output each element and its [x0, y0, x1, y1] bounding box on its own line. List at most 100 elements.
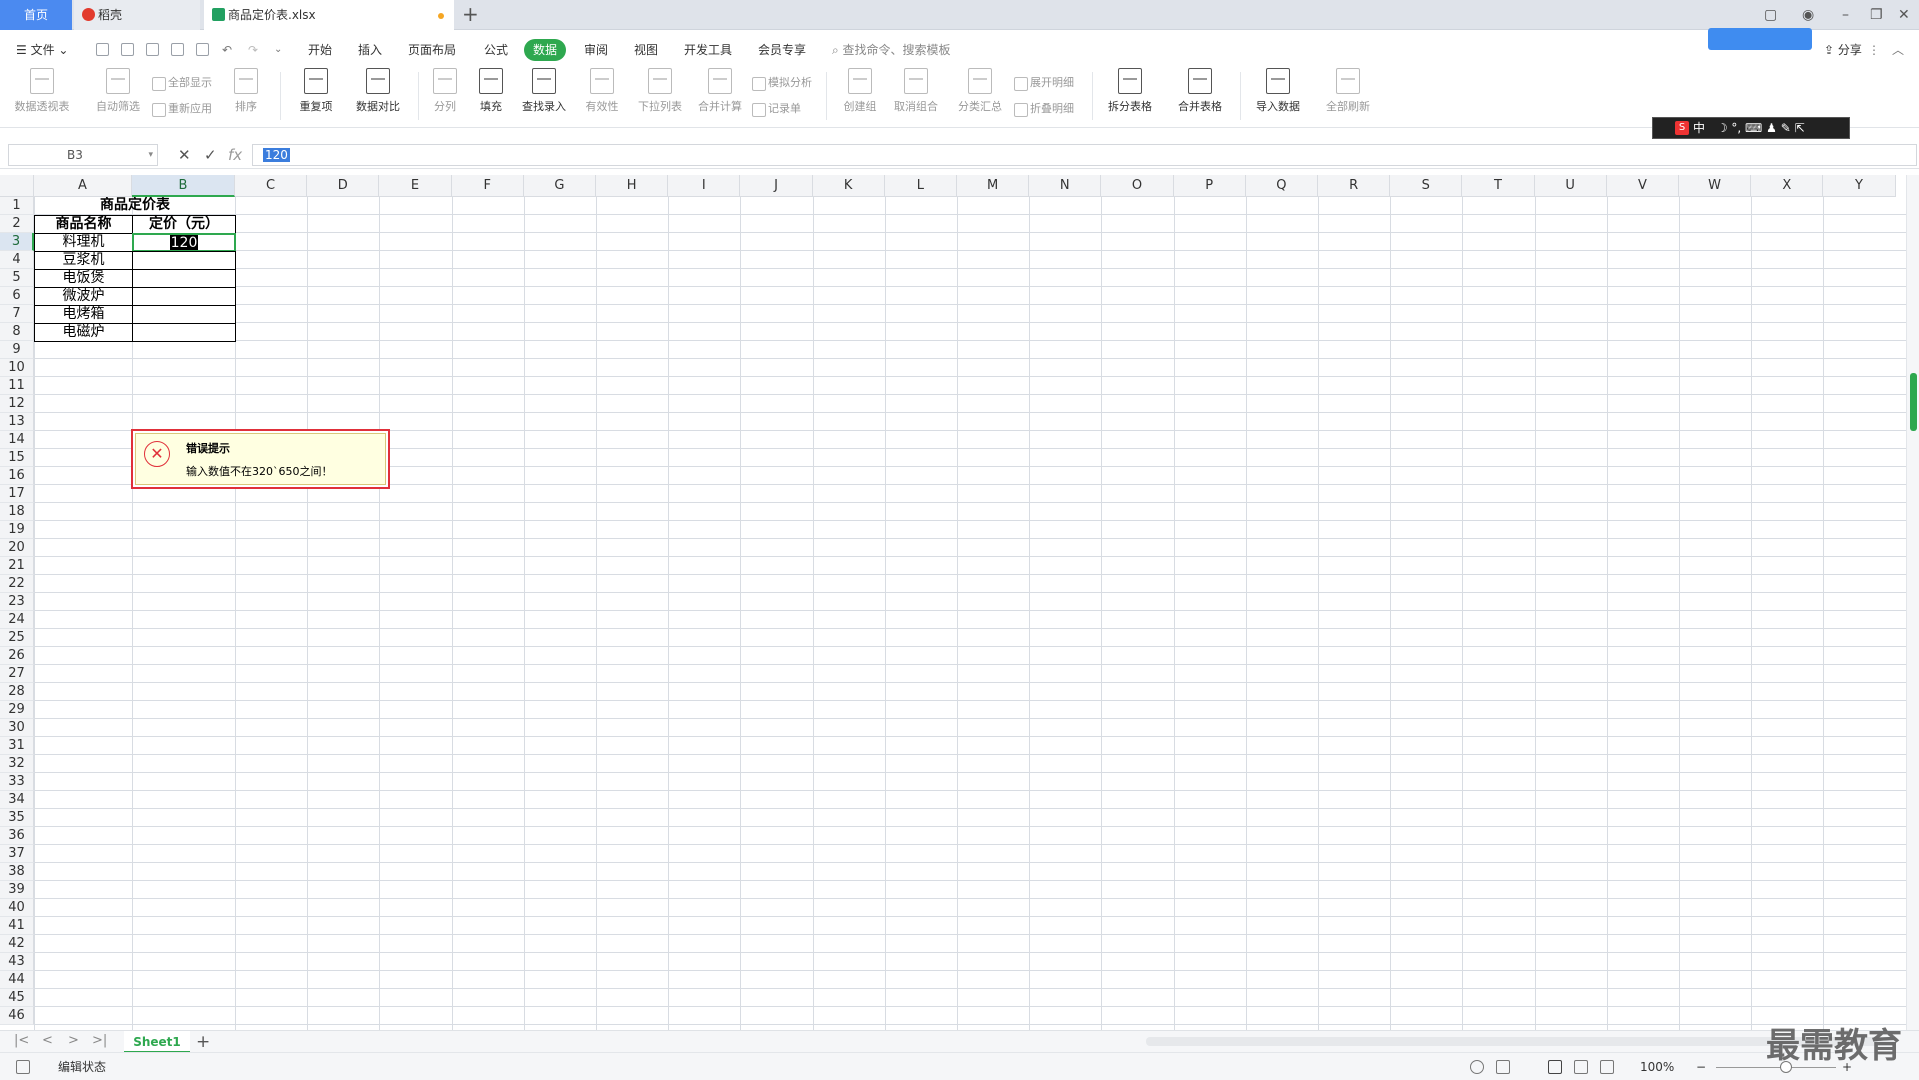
row-header-16[interactable]: 16 [0, 467, 34, 485]
merge-table-button[interactable]: 合并表格 [1168, 68, 1232, 114]
row-header-5[interactable]: 5 [0, 269, 34, 287]
row-header-17[interactable]: 17 [0, 485, 34, 503]
menu-file[interactable]: ☰ 文件 ⌄ [16, 38, 68, 62]
row-header-37[interactable]: 37 [0, 845, 34, 863]
column-header-y[interactable]: Y [1823, 175, 1896, 197]
row-header-36[interactable]: 36 [0, 827, 34, 845]
tab-home[interactable]: 首页 [0, 0, 72, 30]
restore-icon[interactable]: ❐ [1870, 6, 1883, 24]
menu-start[interactable]: 开始 [308, 38, 332, 62]
save-icon[interactable] [121, 43, 134, 56]
column-header-b[interactable]: B [132, 175, 235, 197]
column-header-v[interactable]: V [1606, 175, 1679, 197]
column-header-m[interactable]: M [957, 175, 1030, 197]
row-header-14[interactable]: 14 [0, 431, 34, 449]
row-header-4[interactable]: 4 [0, 251, 34, 269]
minimize-icon[interactable]: – [1842, 6, 1849, 24]
product-name-cell[interactable]: 电磁炉 [34, 323, 133, 342]
menu-member[interactable]: 会员专享 [758, 38, 806, 62]
column-header-u[interactable]: U [1534, 175, 1607, 197]
zoom-level[interactable]: 100% [1640, 1053, 1674, 1080]
ime-toolbar[interactable]: S 中 ☽ °, ⌨ ♟ ✎ ⇱ [1652, 117, 1850, 139]
active-price-cell[interactable]: 120 [132, 233, 236, 252]
macro-record-icon[interactable] [16, 1060, 30, 1074]
add-sheet-button[interactable]: + [196, 1031, 210, 1053]
prev-sheet-icon[interactable]: < [42, 1033, 53, 1048]
column-header-e[interactable]: E [379, 175, 452, 197]
row-header-19[interactable]: 19 [0, 521, 34, 539]
product-name-cell[interactable]: 微波炉 [34, 287, 133, 306]
fill-button[interactable]: 填充 [466, 68, 516, 114]
price-cell[interactable] [132, 305, 236, 324]
first-sheet-icon[interactable]: |< [14, 1033, 29, 1048]
row-header-2[interactable]: 2 [0, 215, 34, 233]
consolidate-button[interactable]: 合并计算 [688, 68, 752, 114]
row-header-26[interactable]: 26 [0, 647, 34, 665]
import-data-button[interactable]: 导入数据 [1246, 68, 1310, 114]
pivot-table-button[interactable]: 数据透视表 [10, 68, 74, 114]
row-header-27[interactable]: 27 [0, 665, 34, 683]
column-header-j[interactable]: J [740, 175, 813, 197]
menu-insert[interactable]: 插入 [358, 38, 382, 62]
new-tab-button[interactable]: + [462, 3, 479, 25]
collapse-ribbon-icon[interactable]: ︿ [1892, 38, 1904, 62]
header-price[interactable]: 定价（元） [132, 215, 236, 234]
vertical-scrollbar[interactable] [1906, 175, 1919, 1030]
confirm-entry-icon[interactable]: ✓ [204, 145, 217, 165]
print-preview-icon[interactable] [196, 43, 209, 56]
row-header-20[interactable]: 20 [0, 539, 34, 557]
what-if-button[interactable]: 模拟分析 [752, 76, 812, 91]
vertical-scroll-thumb[interactable] [1910, 373, 1917, 431]
row-header-31[interactable]: 31 [0, 737, 34, 755]
row-header-8[interactable]: 8 [0, 323, 34, 341]
column-header-s[interactable]: S [1390, 175, 1463, 197]
record-form-button[interactable]: 记录单 [752, 102, 801, 117]
row-header-10[interactable]: 10 [0, 359, 34, 377]
validation-button[interactable]: 有效性 [570, 68, 634, 114]
row-header-43[interactable]: 43 [0, 953, 34, 971]
zoom-slider[interactable] [1716, 1067, 1836, 1068]
show-all-button[interactable]: 全部显示 [152, 76, 212, 91]
column-header-w[interactable]: W [1679, 175, 1752, 197]
row-header-45[interactable]: 45 [0, 989, 34, 1007]
cancel-entry-icon[interactable]: ✕ [178, 145, 191, 165]
product-name-cell[interactable]: 豆浆机 [34, 251, 133, 270]
row-header-13[interactable]: 13 [0, 413, 34, 431]
window-layout-icon[interactable]: ▢ [1764, 6, 1777, 24]
product-name-cell[interactable]: 料理机 [34, 233, 133, 252]
row-header-28[interactable]: 28 [0, 683, 34, 701]
column-header-c[interactable]: C [235, 175, 308, 197]
row-header-29[interactable]: 29 [0, 701, 34, 719]
function-icon[interactable]: fx [228, 145, 242, 165]
eye-protection-icon[interactable] [1470, 1060, 1484, 1074]
price-cell[interactable] [132, 323, 236, 342]
column-header-x[interactable]: X [1751, 175, 1824, 197]
column-header-n[interactable]: N [1029, 175, 1102, 197]
menu-review[interactable]: 审阅 [584, 38, 608, 62]
table-title-cell[interactable]: 商品定价表 [34, 197, 236, 216]
row-header-33[interactable]: 33 [0, 773, 34, 791]
column-header-f[interactable]: F [451, 175, 524, 197]
undo-icon[interactable]: ↶ [222, 38, 232, 62]
row-header-11[interactable]: 11 [0, 377, 34, 395]
header-product-name[interactable]: 商品名称 [34, 215, 133, 234]
input-mode-icon[interactable] [1496, 1060, 1510, 1074]
duplicates-button[interactable]: 重复项 [284, 68, 348, 114]
product-name-cell[interactable]: 电饭煲 [34, 269, 133, 288]
row-header-18[interactable]: 18 [0, 503, 34, 521]
row-header-41[interactable]: 41 [0, 917, 34, 935]
menu-formula[interactable]: 公式 [484, 38, 508, 62]
column-header-k[interactable]: K [812, 175, 885, 197]
format-painter-icon[interactable] [146, 43, 159, 56]
more-icon[interactable]: ⋮ [1868, 38, 1880, 62]
menu-developer[interactable]: 开发工具 [684, 38, 732, 62]
tab-daoke[interactable]: 稻壳 [74, 0, 200, 30]
quick-access-dropdown-icon[interactable]: ⌄ [274, 38, 282, 62]
zoom-out-icon[interactable]: − [1696, 1053, 1706, 1080]
row-header-9[interactable]: 9 [0, 341, 34, 359]
row-header-35[interactable]: 35 [0, 809, 34, 827]
row-header-46[interactable]: 46 [0, 1007, 34, 1025]
row-header-15[interactable]: 15 [0, 449, 34, 467]
avatar[interactable]: ◉ [1802, 6, 1814, 24]
close-icon[interactable]: ✕ [1898, 6, 1910, 24]
